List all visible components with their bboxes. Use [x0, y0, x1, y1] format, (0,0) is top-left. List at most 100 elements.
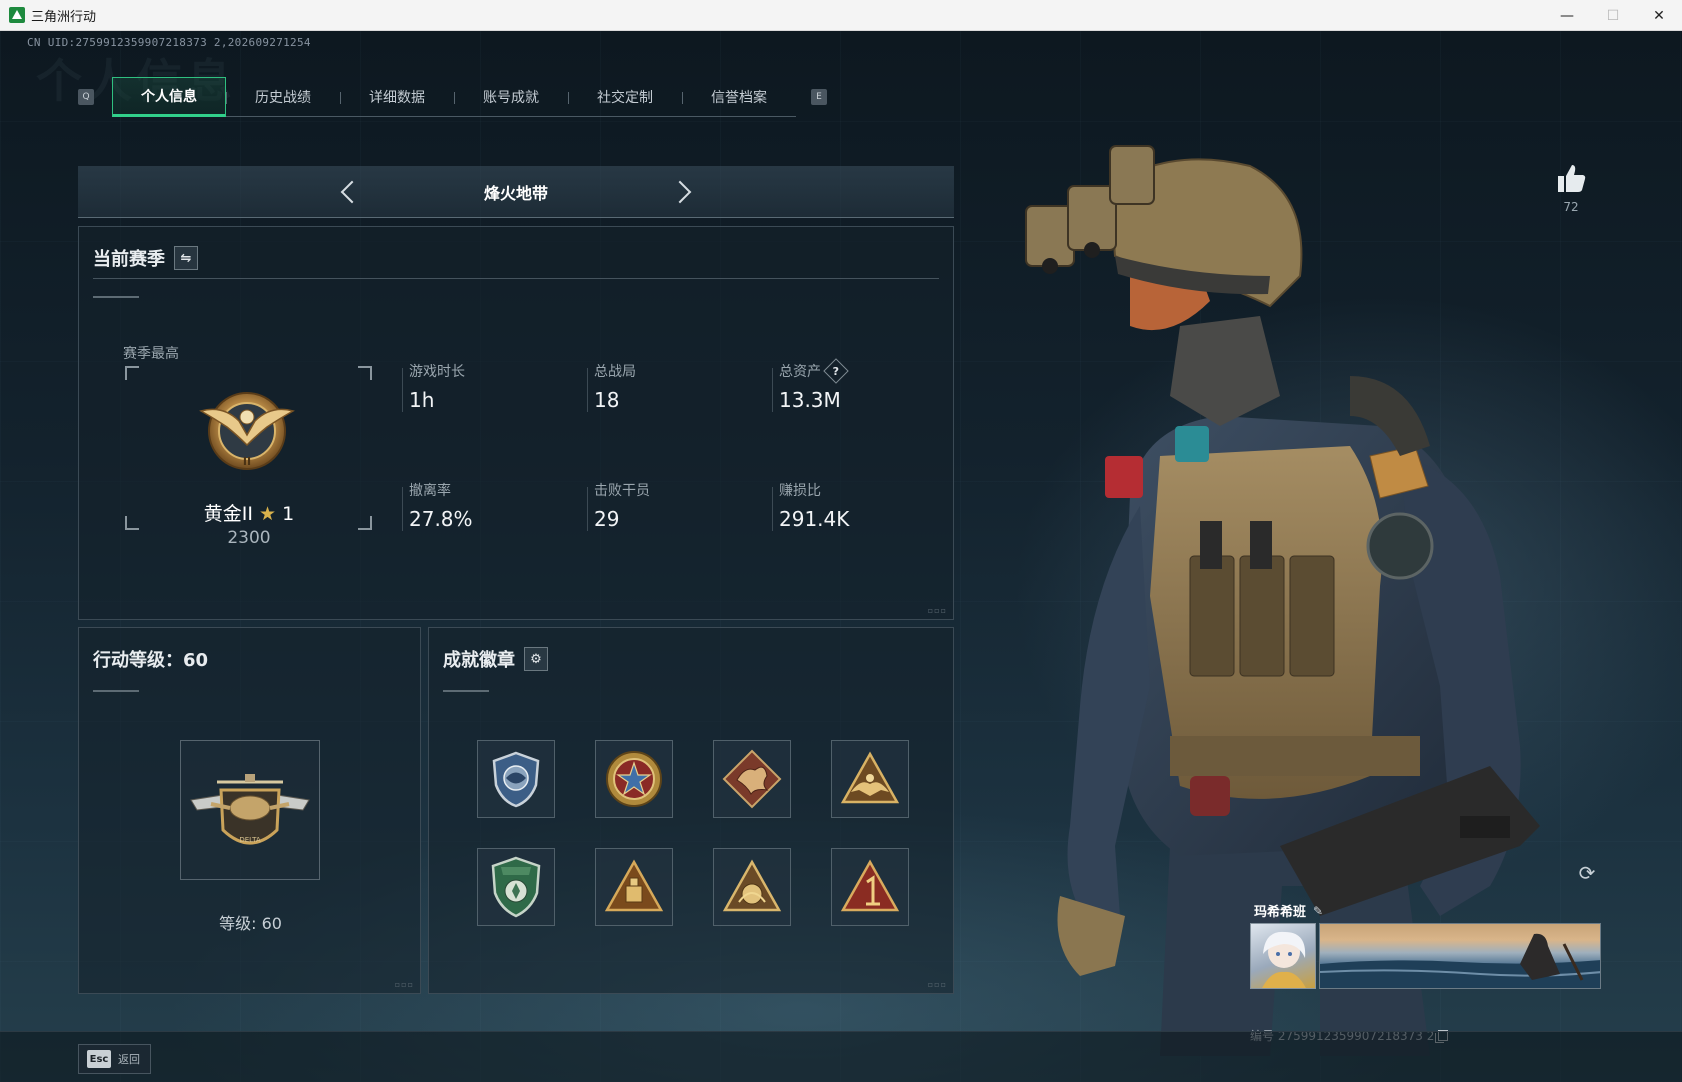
thumbs-up-icon[interactable] [1554, 161, 1588, 195]
stat-label-text: 总资产 [779, 364, 821, 380]
window-title: 三角洲行动 [31, 9, 97, 25]
stat-label: 撤离率 [409, 483, 451, 499]
badge-slot-6[interactable] [595, 848, 673, 926]
player-name-text: 玛希希班 [1254, 905, 1307, 920]
badge-slot-2[interactable] [595, 740, 673, 818]
season-switch-button[interactable]: ⇋ [174, 246, 198, 270]
uid-text: CN UID:2759912359907218373 2,20260927125… [27, 36, 311, 49]
window-controls: — ☐ ✕ [1544, 0, 1682, 31]
stat-value: 1h [409, 388, 435, 412]
esc-key-hint: Esc [87, 1050, 111, 1068]
rank-star-count: 1 [282, 503, 295, 525]
badges-title-text: 成就徽章 [443, 650, 515, 671]
frame-corner [358, 366, 372, 380]
rank-star-icon: ★ [259, 503, 277, 525]
level-panel-title: 行动等级：60 [93, 650, 209, 671]
level-caption: 等级: 60 [79, 910, 422, 934]
supply-triangle-badge-icon [604, 859, 664, 912]
rank-name: 黄金II ★ 1 [139, 499, 359, 526]
minimize-button[interactable]: — [1544, 0, 1590, 31]
stat-profit-loss-ratio: 赚损比 291.4K [779, 480, 849, 531]
gear-icon: ⚙ [530, 651, 542, 667]
panel-corner-decoration: ▫▫▫ [927, 980, 947, 989]
tab-detailed-data[interactable]: 详细数据 [340, 77, 454, 117]
number-one-triangle-badge-icon [840, 859, 900, 912]
stat-operators-defeated: 击败干员 29 [594, 480, 650, 531]
season-title-text: 当前赛季 [93, 249, 165, 270]
next-mode-arrow-icon[interactable] [668, 176, 699, 208]
level-caption-label: 等级: [219, 914, 257, 933]
stat-value: 13.3M [779, 388, 841, 412]
badge-slot-1[interactable] [477, 740, 555, 818]
stat-value: 27.8% [409, 507, 473, 531]
badge-slot-8[interactable] [831, 848, 909, 926]
tab-credit-record[interactable]: 信誉档案 [682, 77, 796, 117]
refresh-icon: ⟳ [1578, 861, 1596, 885]
frame-corner [125, 516, 139, 530]
badge-slot-3[interactable] [713, 740, 791, 818]
stat-value: 29 [594, 507, 620, 531]
stat-value: 18 [594, 388, 620, 412]
stat-separator [772, 368, 773, 412]
profile-tabs: 个人信息 历史战绩 详细数据 账号成就 社交定制 信誉档案 [112, 77, 796, 117]
next-tab-key-hint[interactable]: E [811, 89, 827, 105]
stat-label: 游戏时长 [409, 364, 465, 380]
prev-tab-key-hint[interactable]: Q [78, 89, 94, 105]
stat-total-matches: 总战局 18 [594, 361, 636, 412]
stat-separator [402, 368, 403, 412]
panel-divider [93, 278, 939, 279]
banner-seascape-image [1320, 933, 1600, 988]
stat-label: 赚损比 [779, 483, 821, 499]
rank-tier-text: 黄金II [203, 503, 253, 525]
close-button[interactable]: ✕ [1636, 0, 1682, 31]
swap-icon: ⇋ [180, 250, 192, 266]
green-shield-badge-icon [491, 856, 541, 918]
stat-extraction-rate: 撤离率 27.8% [409, 480, 473, 531]
gold-rank-eagle-icon: II [199, 392, 295, 470]
stat-label: 总战局 [594, 364, 636, 380]
frame-corner [125, 366, 139, 380]
stat-value: 291.4K [779, 507, 850, 531]
badges-settings-button[interactable]: ⚙ [524, 647, 548, 671]
badge-slot-4[interactable] [831, 740, 909, 818]
stat-label: 总资产 ? [779, 358, 849, 384]
tab-match-history[interactable]: 历史战绩 [226, 77, 340, 117]
prev-mode-arrow-icon[interactable] [333, 176, 364, 208]
stat-separator [587, 368, 588, 412]
app-logo-icon [9, 7, 25, 23]
mode-switcher: 烽火地带 [78, 166, 954, 218]
svg-text:DELTA: DELTA [239, 836, 260, 844]
rank-score: 2300 [227, 528, 271, 548]
season-best-label: 赛季最高 [123, 346, 179, 362]
maximize-button[interactable]: ☐ [1590, 0, 1636, 31]
player-namecard[interactable]: 玛希希班 ✎ [1250, 901, 1602, 993]
badge-slot-5[interactable] [477, 848, 555, 926]
back-button[interactable]: Esc 返回 [78, 1044, 151, 1074]
tab-personal-info[interactable]: 个人信息 [112, 77, 226, 117]
player-avatar[interactable] [1250, 923, 1316, 989]
panel-dash-decoration [93, 296, 139, 298]
panel-dash-decoration [93, 690, 139, 692]
edit-name-icon[interactable]: ✎ [1313, 904, 1323, 918]
game-viewport: 个人信息 CN UID:2759912359907218373 2,202609… [0, 31, 1682, 1082]
help-icon[interactable]: ? [823, 358, 849, 384]
achievement-badges-panel: 成就徽章 ⚙ ▫▫▫ [428, 627, 954, 994]
tab-account-achievements[interactable]: 账号成就 [454, 77, 568, 117]
window-titlebar: 三角洲行动 — ☐ ✕ [0, 0, 1682, 31]
refresh-button[interactable]: ⟳ [1573, 859, 1601, 887]
bottom-bar: Esc 返回 [0, 1031, 1682, 1082]
season-panel-title: 当前赛季 ⇋ [93, 245, 198, 271]
emblem-triangle-badge-icon [722, 859, 782, 912]
current-season-panel: 当前赛季 ⇋ 赛季最高 II 黄金II ★ 1 2300 游戏时长 1h 总战局… [78, 226, 954, 620]
level-emblem-frame[interactable]: DELTA [180, 740, 320, 880]
stat-separator [587, 487, 588, 531]
panel-dash-decoration [443, 690, 489, 692]
tab-social-customize[interactable]: 社交定制 [568, 77, 682, 117]
badge-slot-7[interactable] [713, 848, 791, 926]
level-caption-value: 60 [261, 914, 282, 933]
player-banner[interactable] [1319, 923, 1601, 989]
badges-panel-title: 成就徽章 ⚙ [443, 646, 548, 672]
like-count: 72 [1563, 200, 1579, 214]
player-name: 玛希希班 ✎ [1254, 901, 1323, 921]
avatar-portrait-icon [1262, 931, 1306, 988]
